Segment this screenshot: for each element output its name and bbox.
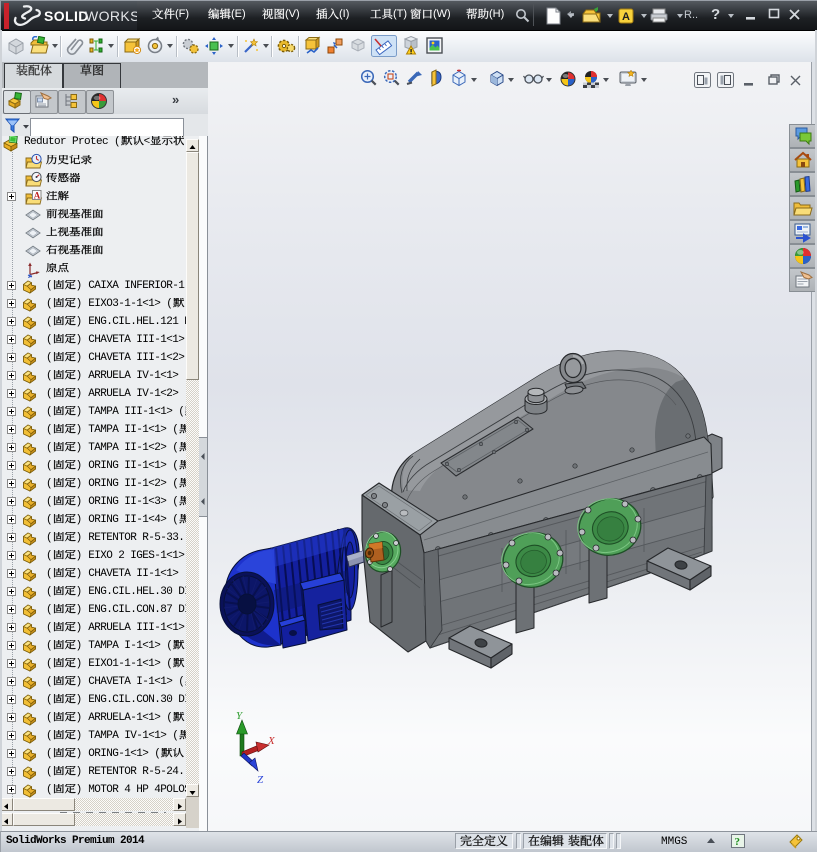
svg-text:SOLID: SOLID [44,8,89,24]
svg-text:X: X [267,735,276,747]
svg-text:WORKS: WORKS [85,8,137,24]
svg-text:A: A [622,11,630,23]
svg-text:Z: Z [257,774,264,786]
svg-text:Y: Y [236,710,244,722]
svg-text:?: ? [735,836,741,848]
